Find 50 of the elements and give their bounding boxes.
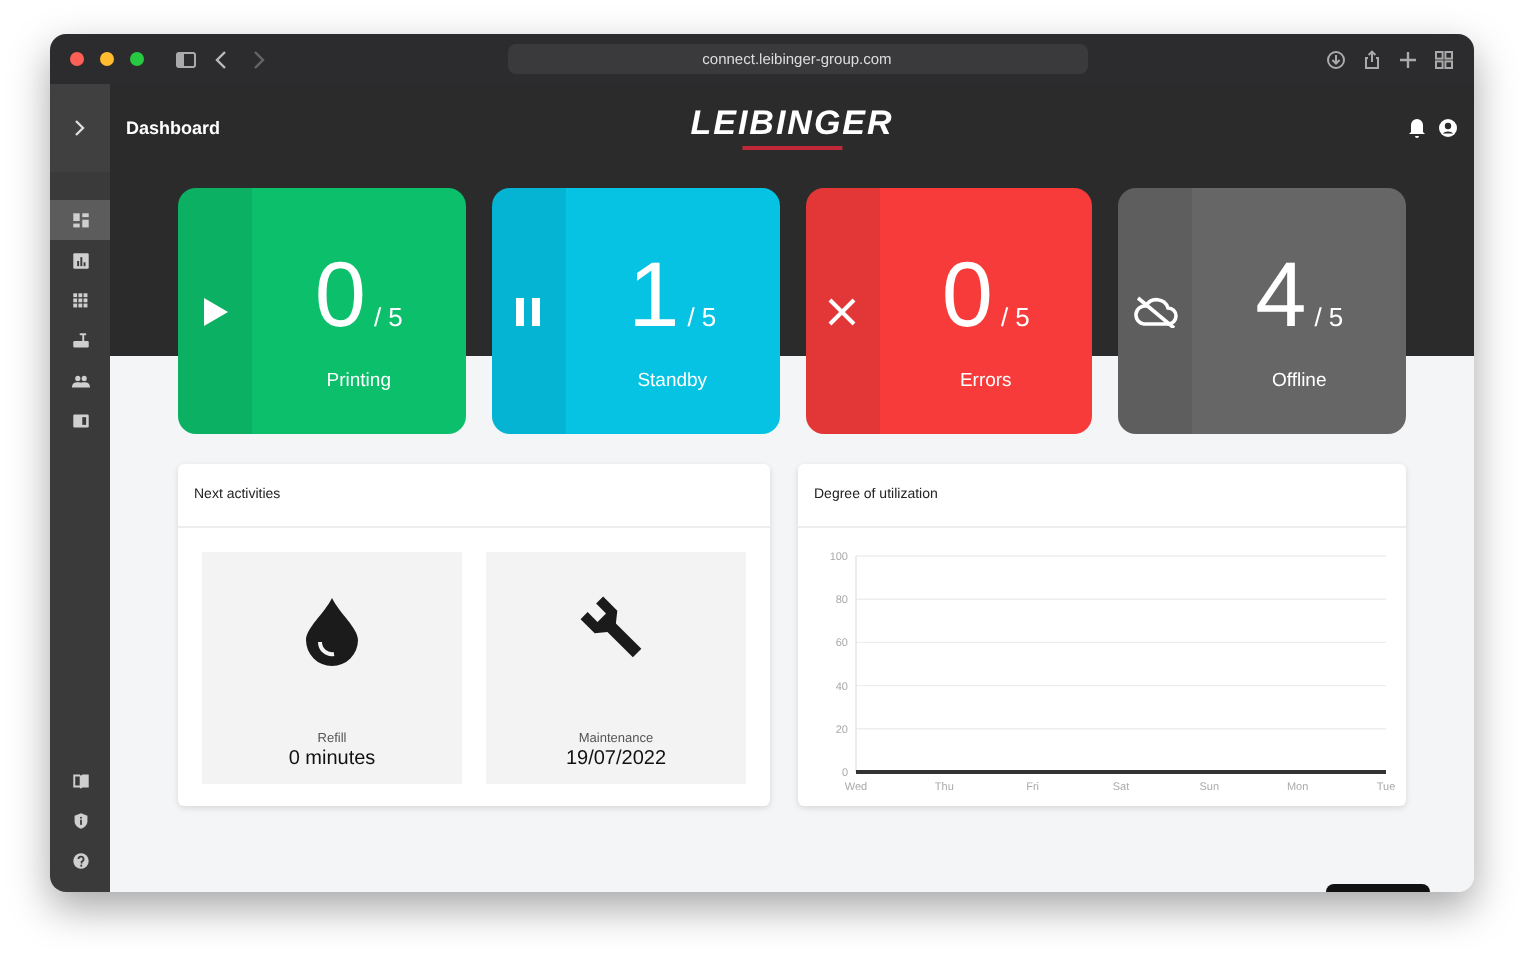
status-label: Offline (1271, 370, 1327, 392)
chart-icon (71, 251, 89, 269)
status-card[interactable]: 4/ 5 Offline (1118, 188, 1406, 434)
status-card[interactable]: 1/ 5 Standby (491, 188, 779, 434)
activity-value: 0 minutes (288, 748, 376, 770)
tabs-overview-icon[interactable] (1434, 49, 1454, 69)
plus-icon[interactable] (1398, 49, 1418, 69)
minimize-window-button[interactable] (100, 52, 114, 66)
logo-tagline-mark (742, 146, 842, 150)
status-total: / 5 (373, 302, 403, 332)
activity-value: 19/07/2022 (565, 748, 667, 770)
status-count: 0 (941, 246, 993, 342)
sidebar-toggle-icon[interactable] (176, 49, 196, 69)
status-count: 1 (628, 246, 680, 342)
dashboard-icon (71, 211, 89, 229)
zoom-window-button[interactable] (130, 52, 144, 66)
status-card[interactable]: 0/ 5 Errors (805, 188, 1093, 434)
status-card[interactable]: 0/ 5 Printing (178, 188, 466, 434)
book-icon (71, 771, 89, 789)
grid-icon (71, 291, 89, 309)
logo: LEIBINGER (690, 104, 894, 144)
status-total: / 5 (1314, 302, 1344, 332)
pause-icon (516, 297, 541, 325)
close-window-button[interactable] (70, 52, 84, 66)
chevron-icon (74, 120, 86, 136)
download-icon[interactable] (1326, 49, 1346, 69)
account-icon[interactable] (1438, 118, 1458, 138)
status-label: Standby (637, 370, 708, 392)
status-label: Printing (326, 370, 391, 392)
status-count: 4 (1255, 246, 1307, 342)
status-label: Errors (959, 370, 1012, 392)
printer-icon (71, 331, 89, 349)
people-icon (71, 371, 89, 389)
floating-bar (1326, 884, 1430, 892)
bell-icon[interactable] (1408, 118, 1426, 138)
sidebar-item[interactable] (50, 200, 110, 240)
share-icon[interactable] (1362, 49, 1382, 69)
back-icon[interactable] (212, 49, 232, 69)
forward-icon[interactable] (248, 49, 268, 69)
help-icon (71, 851, 89, 869)
close-icon (828, 297, 856, 325)
shield-icon (71, 811, 89, 829)
panel-icon (71, 411, 89, 429)
play-icon (203, 297, 227, 325)
drop-icon (306, 598, 358, 666)
page-title: Dashboard (126, 118, 221, 138)
status-total: / 5 (687, 302, 717, 332)
status-count: 0 (314, 246, 366, 342)
cloud-off-icon (1133, 295, 1178, 327)
status-total: / 5 (1000, 302, 1030, 332)
